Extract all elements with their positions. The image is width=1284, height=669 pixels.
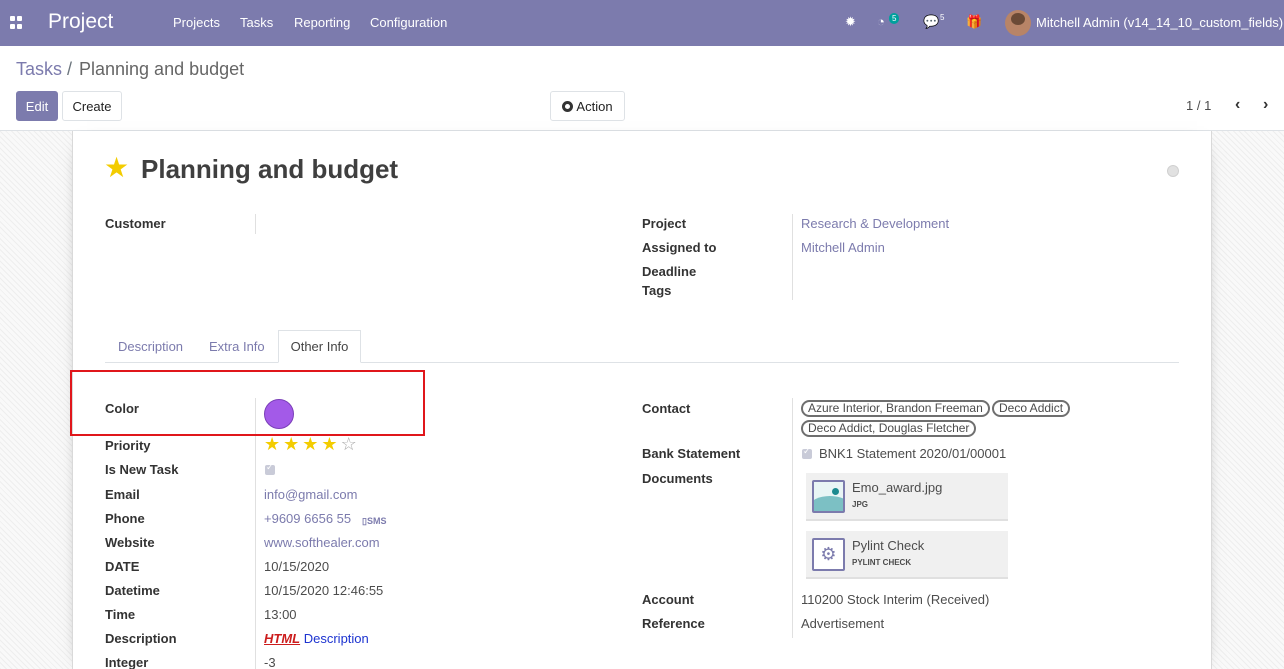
top-navbar: Project Projects Tasks Reporting Configu… [0,0,1284,46]
html-tag: HTML [264,631,301,646]
time-value: 13:00 [264,607,297,622]
star-filled-icon[interactable]: ★ [321,434,340,454]
menu-projects[interactable]: Projects [173,15,220,30]
right-column-divider [792,398,793,638]
tabs-divider [105,362,1179,363]
attachment-card[interactable]: Emo_award.jpg JPG [806,473,1008,521]
gift-icon[interactable]: 🎁 [966,14,982,30]
left-column-divider [255,398,256,669]
breadcrumb-separator: / [67,59,73,79]
integer-label: Integer [105,655,149,669]
activity-count-badge: 5 [889,13,900,24]
gear-icon [562,100,574,112]
reference-label: Reference [642,616,705,631]
action-label: Action [576,98,613,114]
message-count-badge: 5 [940,13,945,22]
email-value[interactable]: info@gmail.com [264,487,357,502]
create-button[interactable]: Create [62,91,122,121]
debug-bug-icon[interactable]: ✹ [845,14,856,30]
customer-field[interactable] [255,214,256,234]
attachment-name[interactable]: Emo_award.jpg [852,480,942,495]
app-brand[interactable]: Project [48,10,113,34]
integer-value: -3 [264,655,276,669]
control-panel: Tasks / Planning and budget Edit Create … [0,46,1284,131]
menu-reporting[interactable]: Reporting [294,15,350,30]
user-avatar[interactable] [1005,10,1031,36]
edit-button[interactable]: Edit [16,91,58,121]
attachment-card[interactable]: ⚙ Pylint Check PYLINT CHECK [806,531,1008,579]
star-filled-icon[interactable]: ★ [283,434,302,454]
priority-rating[interactable]: ★★★★☆ [264,434,360,455]
email-label: Email [105,487,140,502]
reference-value: Advertisement [801,616,885,631]
contact-tag[interactable]: Azure Interior, Brandon Freeman [801,400,990,417]
assigned-label: Assigned to [642,240,717,255]
tab-extra-info[interactable]: Extra Info [209,339,265,354]
activity-clock-icon[interactable]: ◔ [877,14,885,29]
favorite-star-icon[interactable]: ★ [104,154,129,182]
chevron-left-icon[interactable]: ‹ [1235,96,1240,114]
account-label: Account [642,592,694,607]
contact-label: Contact [642,401,691,416]
sms-button[interactable]: ▯SMS [362,512,386,527]
bank-statement-value[interactable]: BNK1 Statement 2020/01/00001 [819,446,1006,461]
kanban-state-icon[interactable] [1167,165,1179,177]
breadcrumb-current: Planning and budget [79,59,245,79]
star-filled-icon[interactable]: ★ [302,434,321,454]
is-new-task-checkbox[interactable] [265,462,275,475]
menu-configuration[interactable]: Configuration [370,15,447,30]
tab-description[interactable]: Description [118,339,183,354]
datetime-label: Datetime [105,583,160,598]
breadcrumb-tasks[interactable]: Tasks [16,59,62,80]
task-title: Planning and budget [141,154,399,184]
menu-tasks[interactable]: Tasks [240,15,273,30]
image-icon [812,480,845,513]
tags-label: Tags [642,283,672,298]
action-button[interactable]: Action [550,91,625,121]
time-label: Time [105,607,136,622]
apps-menu-icon[interactable] [10,16,23,29]
star-empty-icon[interactable]: ☆ [341,434,360,454]
header-right-divider [792,214,793,300]
priority-label: Priority [105,438,151,453]
project-label: Project [642,216,687,231]
website-value[interactable]: www.softhealer.com [264,535,380,550]
assigned-value[interactable]: Mitchell Admin [801,240,885,255]
description-text: Description [303,631,369,646]
user-menu[interactable]: Mitchell Admin (v14_14_10_custom_fields) [1036,15,1283,30]
documents-label: Documents [642,471,713,486]
sms-label: SMS [366,516,387,526]
project-value[interactable]: Research & Development [801,216,949,231]
website-label: Website [105,535,155,550]
description-label: Description [105,631,177,646]
attachment-name[interactable]: Pylint Check [852,538,924,553]
bank-statement-label: Bank Statement [642,446,741,461]
contact-tag[interactable]: Deco Addict [992,400,1071,417]
datetime-value: 10/15/2020 12:46:55 [264,583,384,598]
pager-value[interactable]: 1 / 1 [1186,98,1211,113]
attachment-ext: JPG [852,500,869,509]
star-filled-icon[interactable]: ★ [264,434,283,454]
tab-other-info[interactable]: Other Info [278,330,361,363]
gear-icon: ⚙ [812,538,845,571]
is-new-task-label: Is New Task [105,462,179,477]
account-value[interactable]: 110200 Stock Interim (Received) [801,592,989,607]
date-value: 10/15/2020 [264,559,330,574]
contact-tag[interactable]: Deco Addict, Douglas Fletcher [801,420,977,437]
bank-statement-checkbox[interactable] [802,446,812,459]
attachment-ext: PYLINT CHECK [852,558,912,567]
customer-label: Customer [105,216,166,231]
phone-label: Phone [105,511,145,526]
date-label: DATE [105,559,140,574]
messages-chat-icon[interactable]: 💬 [923,14,939,30]
phone-value[interactable]: +9609 6656 55 [264,511,351,526]
deadline-label: Deadline [642,264,697,279]
description-value: HTML Description [264,631,369,646]
chevron-right-icon[interactable]: › [1263,96,1268,114]
highlight-box [70,370,425,436]
